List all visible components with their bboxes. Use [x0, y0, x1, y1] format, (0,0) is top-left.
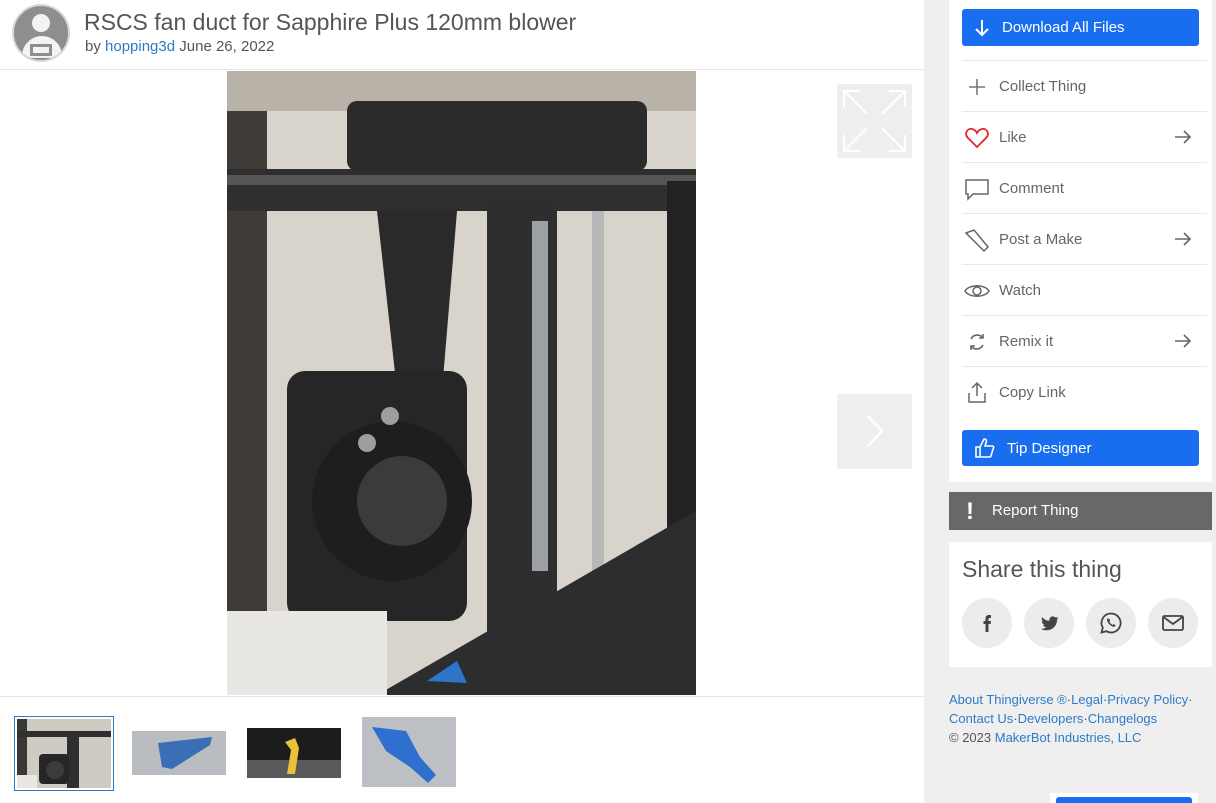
heart-icon: [965, 128, 989, 149]
publish-date: June 26, 2022: [179, 38, 275, 55]
share-heading: Share this thing: [962, 556, 1122, 582]
footer-changelogs-link[interactable]: Changelogs: [1088, 711, 1157, 726]
like-label: Like: [999, 129, 1027, 146]
footer-contact-link[interactable]: Contact Us: [949, 711, 1013, 726]
site-footer: About Thingiverse ®·Legal·Privacy Policy…: [949, 690, 1211, 747]
expand-button[interactable]: [837, 84, 912, 158]
partial-button[interactable]: [1050, 793, 1198, 803]
make-icon: [964, 229, 990, 253]
tip-designer-button[interactable]: Tip Designer: [962, 430, 1199, 466]
tip-designer-label: Tip Designer: [1007, 440, 1092, 457]
report-thing-button[interactable]: ! Report Thing: [949, 492, 1212, 530]
thing-header: RSCS fan duct for Sapphire Plus 120mm bl…: [0, 0, 924, 70]
byline: by hopping3d June 26, 2022: [85, 38, 274, 55]
comment-button[interactable]: Comment: [962, 162, 1207, 213]
facebook-icon: [983, 615, 991, 632]
post-a-make-label: Post a Make: [999, 231, 1083, 248]
plus-icon: [969, 79, 985, 95]
comment-icon: [965, 179, 989, 201]
footer-privacy-link[interactable]: Privacy Policy: [1107, 692, 1188, 707]
thumbnail-4[interactable]: [362, 717, 456, 787]
thumbnail-2[interactable]: [132, 731, 226, 775]
arrow-right-icon: [1175, 334, 1192, 348]
avatar[interactable]: [12, 4, 70, 62]
collect-thing-label: Collect Thing: [999, 78, 1087, 95]
share-whatsapp-button[interactable]: [1086, 598, 1136, 648]
whatsapp-icon: [1100, 612, 1122, 634]
footer-legal-link[interactable]: Legal: [1071, 692, 1103, 707]
footer-about-link[interactable]: About Thingiverse ®: [949, 692, 1067, 707]
image-viewer: [0, 71, 924, 695]
report-thing-label: Report Thing: [992, 502, 1079, 519]
download-arrow-icon: [975, 20, 989, 37]
share-facebook-button[interactable]: [962, 598, 1012, 648]
download-all-button[interactable]: Download All Files: [962, 9, 1199, 46]
arrow-right-icon: [1175, 130, 1192, 144]
thumbnail-1[interactable]: [14, 716, 114, 791]
chevron-right-icon: [867, 415, 884, 447]
comment-label: Comment: [999, 180, 1065, 197]
main-content: RSCS fan duct for Sapphire Plus 120mm bl…: [0, 0, 924, 803]
collect-thing-button[interactable]: Collect Thing: [962, 60, 1207, 111]
remix-button[interactable]: Remix it: [962, 315, 1207, 366]
post-a-make-button[interactable]: Post a Make: [962, 213, 1207, 264]
share-link-icon: [968, 381, 986, 403]
share-email-button[interactable]: [1148, 598, 1198, 648]
share-panel: Share this thing: [949, 542, 1212, 667]
thumbs-up-icon: [975, 438, 995, 458]
footer-company-link[interactable]: MakerBot Industries, LLC: [995, 730, 1142, 745]
download-all-label: Download All Files: [1002, 19, 1125, 36]
author-link[interactable]: hopping3d: [105, 38, 175, 55]
arrow-right-icon: [1175, 232, 1192, 246]
email-icon: [1162, 615, 1184, 631]
twitter-icon: [1041, 616, 1059, 631]
footer-developers-link[interactable]: Developers: [1018, 711, 1084, 726]
main-photo[interactable]: [227, 71, 696, 695]
footer-separator: ·: [1188, 692, 1193, 707]
share-twitter-button[interactable]: [1024, 598, 1074, 648]
watch-label: Watch: [999, 282, 1041, 299]
remix-label: Remix it: [999, 333, 1054, 350]
like-button[interactable]: Like: [962, 111, 1207, 162]
page-title: RSCS fan duct for Sapphire Plus 120mm bl…: [84, 9, 577, 35]
eye-icon: [964, 285, 990, 297]
next-image-button[interactable]: [837, 394, 912, 469]
exclamation-icon: !: [966, 498, 974, 525]
expand-icon: [843, 90, 906, 152]
copyright-text: © 2023: [949, 730, 992, 745]
actions-panel: Download All Files Collect Thing Like Co…: [949, 0, 1212, 482]
watch-button[interactable]: Watch: [962, 264, 1207, 315]
by-label: by: [85, 38, 101, 55]
remix-icon: [970, 334, 984, 350]
copy-link-label: Copy Link: [999, 384, 1066, 401]
thumbnail-3[interactable]: [247, 728, 341, 778]
copy-link-button[interactable]: Copy Link: [962, 366, 1207, 417]
thumbnail-strip: [0, 696, 924, 803]
